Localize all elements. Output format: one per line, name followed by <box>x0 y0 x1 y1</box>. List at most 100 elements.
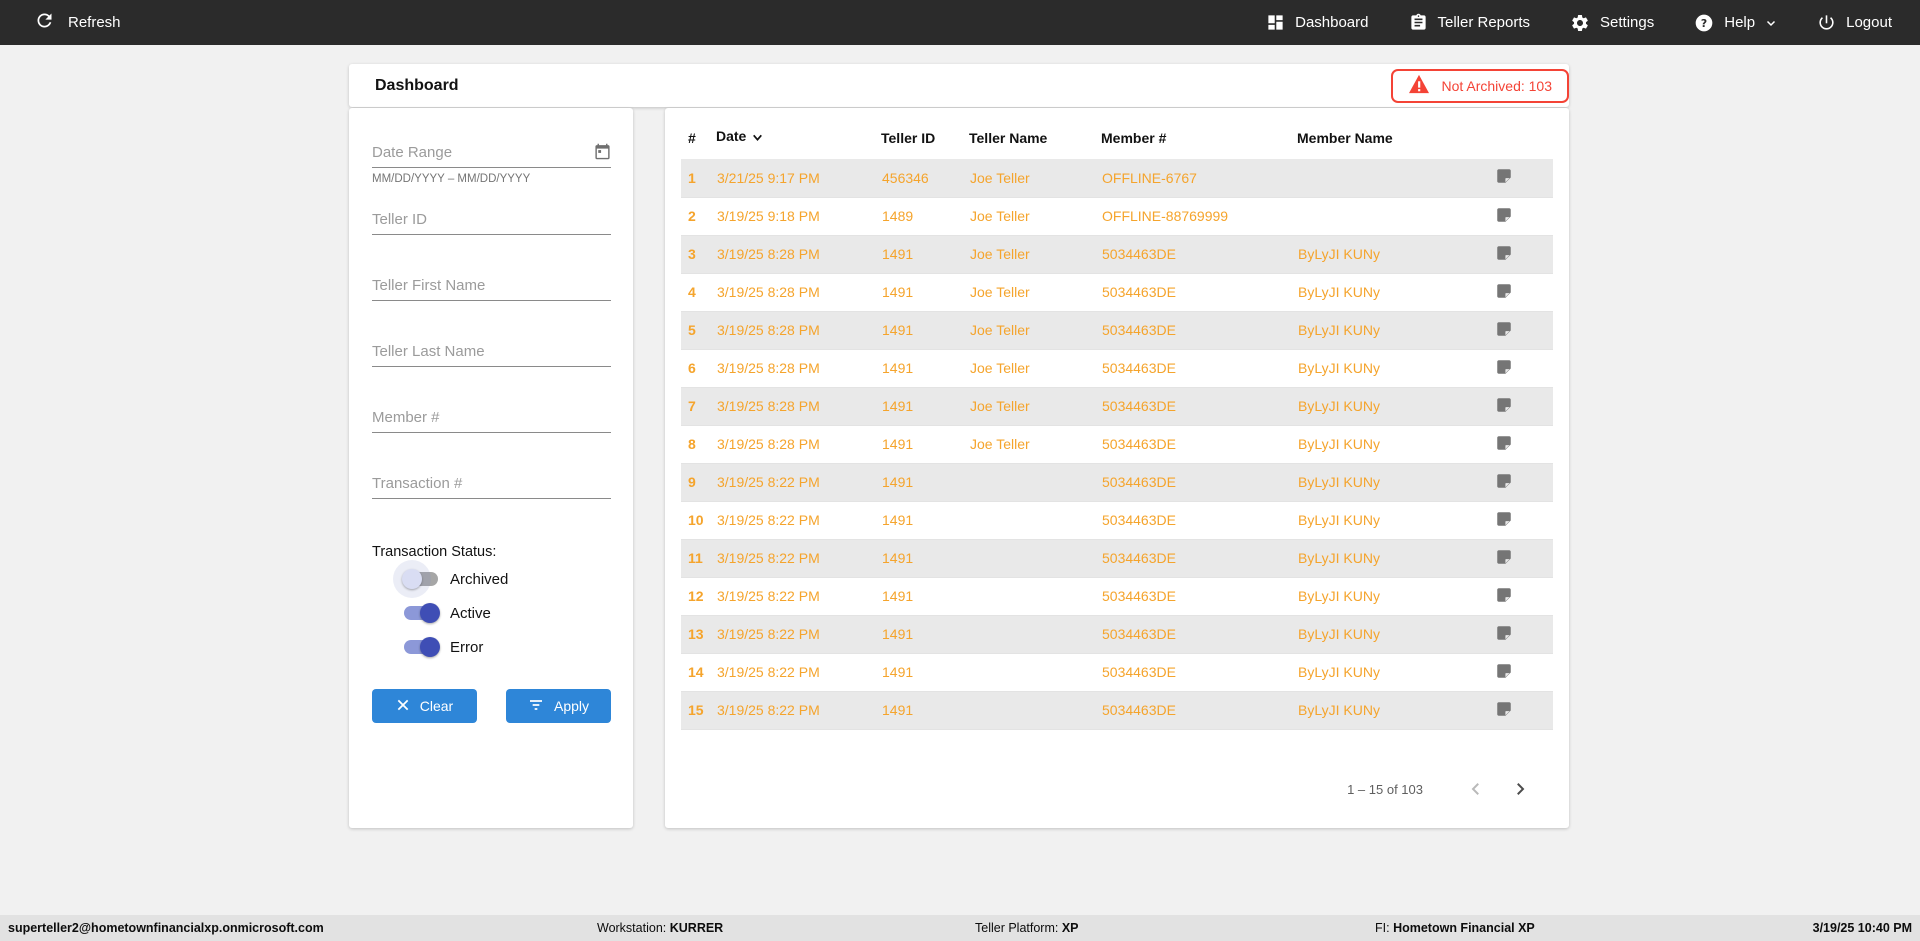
row-note-cell <box>1488 425 1553 464</box>
date-range-input[interactable] <box>372 142 611 168</box>
table-row[interactable]: 6 3/19/25 8:28 PM 1491 Joe Teller 503446… <box>681 349 1553 388</box>
row-number: 9 <box>681 463 716 502</box>
row-date: 3/19/25 8:22 PM <box>716 577 881 616</box>
note-icon[interactable] <box>1495 283 1513 303</box>
row-teller-name: Joe Teller <box>969 387 1101 426</box>
note-icon[interactable] <box>1495 397 1513 417</box>
row-note-cell <box>1488 501 1553 540</box>
gear-icon <box>1570 13 1590 33</box>
row-member-name: ByLyJI KUNy <box>1297 501 1488 540</box>
row-teller-name: Joe Teller <box>969 159 1101 198</box>
row-member-number: OFFLINE-88769999 <box>1101 197 1297 236</box>
table-row[interactable]: 15 3/19/25 8:22 PM 1491 5034463DE ByLyJI… <box>681 691 1553 730</box>
table-row[interactable]: 14 3/19/25 8:22 PM 1491 5034463DE ByLyJI… <box>681 653 1553 692</box>
table-body: 1 3/21/25 9:17 PM 456346 Joe Teller OFFL… <box>681 159 1553 730</box>
table-row[interactable]: 2 3/19/25 9:18 PM 1489 Joe Teller OFFLIN… <box>681 197 1553 236</box>
row-teller-id: 1491 <box>881 349 969 388</box>
note-icon[interactable] <box>1495 701 1513 721</box>
table-row[interactable]: 13 3/19/25 8:22 PM 1491 5034463DE ByLyJI… <box>681 615 1553 654</box>
column-header-member-num[interactable]: Member # <box>1101 126 1297 159</box>
row-date: 3/19/25 8:22 PM <box>716 653 881 692</box>
note-icon[interactable] <box>1495 549 1513 569</box>
row-note-cell <box>1488 387 1553 426</box>
row-teller-name <box>969 577 1101 616</box>
filter-buttons: Clear Apply <box>372 689 611 723</box>
row-note-cell <box>1488 653 1553 692</box>
archived-toggle-row: Archived <box>402 564 611 594</box>
table-row[interactable]: 3 3/19/25 8:28 PM 1491 Joe Teller 503446… <box>681 235 1553 274</box>
note-icon[interactable] <box>1495 321 1513 341</box>
row-member-number: 5034463DE <box>1101 235 1297 274</box>
row-teller-name <box>969 615 1101 654</box>
row-teller-name: Joe Teller <box>969 273 1101 312</box>
transaction-number-input[interactable] <box>372 473 611 499</box>
column-header-date[interactable]: Date <box>716 126 881 159</box>
note-icon[interactable] <box>1495 169 1513 188</box>
row-member-name: ByLyJI KUNy <box>1297 387 1488 426</box>
active-toggle[interactable] <box>404 603 440 623</box>
teller-id-field <box>372 209 611 235</box>
not-archived-badge[interactable]: Not Archived: 103 <box>1391 68 1569 103</box>
error-toggle[interactable] <box>404 637 440 657</box>
table-row[interactable]: 8 3/19/25 8:28 PM 1491 Joe Teller 503446… <box>681 425 1553 464</box>
row-member-name: ByLyJI KUNy <box>1297 691 1488 730</box>
table-row[interactable]: 12 3/19/25 8:22 PM 1491 5034463DE ByLyJI… <box>681 577 1553 616</box>
note-icon[interactable] <box>1495 587 1513 607</box>
note-icon[interactable] <box>1495 435 1513 455</box>
table-row[interactable]: 10 3/19/25 8:22 PM 1491 5034463DE ByLyJI… <box>681 501 1553 540</box>
row-teller-id: 1491 <box>881 425 969 464</box>
calendar-icon[interactable] <box>594 143 611 165</box>
row-date: 3/21/25 9:17 PM <box>716 159 881 198</box>
table-row[interactable]: 4 3/19/25 8:28 PM 1491 Joe Teller 503446… <box>681 273 1553 312</box>
column-header-member-name[interactable]: Member Name <box>1297 126 1488 159</box>
teller-last-name-input[interactable] <box>372 341 611 367</box>
teller-id-input[interactable] <box>372 209 611 235</box>
table-row[interactable]: 1 3/21/25 9:17 PM 456346 Joe Teller OFFL… <box>681 159 1553 198</box>
nav-item-logout[interactable]: Logout <box>1817 13 1892 32</box>
column-header-teller-name[interactable]: Teller Name <box>969 126 1101 159</box>
apply-button[interactable]: Apply <box>506 689 611 723</box>
nav-item-help[interactable]: ? Help <box>1694 13 1777 33</box>
row-member-number: OFFLINE-6767 <box>1101 159 1297 198</box>
row-member-number: 5034463DE <box>1101 387 1297 426</box>
previous-page-button[interactable] <box>1467 780 1485 798</box>
table-row[interactable]: 7 3/19/25 8:28 PM 1491 Joe Teller 503446… <box>681 387 1553 426</box>
error-toggle-label: Error <box>450 638 484 656</box>
chevron-down-icon <box>1765 17 1777 29</box>
table-header-row: # Date Teller ID Teller Name Member # Me… <box>681 126 1553 159</box>
note-icon[interactable] <box>1495 663 1513 683</box>
teller-first-name-input[interactable] <box>372 275 611 301</box>
table-row[interactable]: 5 3/19/25 8:28 PM 1491 Joe Teller 503446… <box>681 311 1553 350</box>
table-row[interactable]: 9 3/19/25 8:22 PM 1491 5034463DE ByLyJI … <box>681 463 1553 502</box>
row-teller-id: 1491 <box>881 273 969 312</box>
row-date: 3/19/25 8:28 PM <box>716 235 881 274</box>
note-icon[interactable] <box>1495 245 1513 265</box>
note-icon[interactable] <box>1495 359 1513 379</box>
row-date: 3/19/25 8:28 PM <box>716 387 881 426</box>
clear-button[interactable]: Clear <box>372 689 477 723</box>
logged-in-user: superteller2@hometownfinancialxp.onmicro… <box>8 921 324 935</box>
member-number-input[interactable] <box>372 407 611 433</box>
refresh-button[interactable]: Refresh <box>34 10 121 35</box>
row-number: 3 <box>681 235 716 274</box>
note-icon[interactable] <box>1495 473 1513 493</box>
note-icon[interactable] <box>1495 207 1513 227</box>
table-row[interactable]: 11 3/19/25 8:22 PM 1491 5034463DE ByLyJI… <box>681 539 1553 578</box>
row-number: 8 <box>681 425 716 464</box>
archived-toggle-label: Archived <box>450 570 509 588</box>
note-icon[interactable] <box>1495 511 1513 531</box>
archived-toggle[interactable] <box>402 569 438 589</box>
nav-item-settings[interactable]: Settings <box>1570 13 1654 33</box>
page-header: Dashboard Not Archived: 103 <box>349 64 1569 107</box>
row-note-cell <box>1488 273 1553 312</box>
row-note-cell <box>1488 691 1553 730</box>
next-page-button[interactable] <box>1511 780 1529 798</box>
row-teller-name <box>969 691 1101 730</box>
note-icon[interactable] <box>1495 625 1513 645</box>
column-header-actions <box>1488 126 1553 159</box>
row-member-number: 5034463DE <box>1101 425 1297 464</box>
nav-item-dashboard[interactable]: Dashboard <box>1266 13 1369 32</box>
nav-item-teller-reports[interactable]: Teller Reports <box>1409 13 1530 32</box>
column-header-num[interactable]: # <box>681 126 716 159</box>
column-header-teller-id[interactable]: Teller ID <box>881 126 969 159</box>
